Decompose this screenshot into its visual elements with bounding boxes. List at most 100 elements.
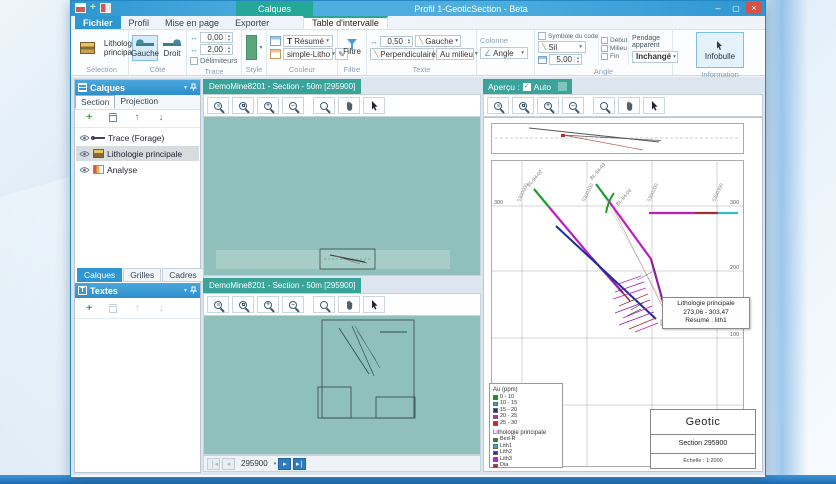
eye-icon[interactable] — [79, 166, 90, 174]
add-text-button[interactable] — [78, 301, 100, 316]
move-layer-up-button[interactable] — [126, 110, 148, 125]
trace-offset-stepper[interactable]: 2,00 — [200, 44, 233, 55]
auto-checkbox[interactable] — [523, 83, 531, 91]
tab-fichier[interactable]: Fichier — [75, 16, 121, 29]
eye-icon[interactable] — [79, 134, 90, 142]
chevron-down-icon[interactable] — [184, 287, 187, 294]
angle-value-stepper[interactable]: 5,00 — [549, 54, 582, 65]
magnifier-button[interactable] — [313, 296, 335, 313]
last-section-button[interactable] — [293, 458, 306, 470]
maximize-button[interactable] — [728, 2, 744, 14]
new-icon[interactable] — [90, 3, 96, 13]
select-button[interactable] — [363, 97, 385, 114]
zoom-out-button[interactable] — [562, 97, 584, 114]
table-icon[interactable] — [100, 3, 111, 13]
add-layer-button[interactable] — [78, 110, 100, 125]
viewport-bottom-canvas[interactable] — [203, 316, 481, 455]
zoom-extents-button[interactable] — [487, 97, 509, 114]
dock-tab-calques[interactable]: Calques — [77, 268, 122, 282]
minimize-button[interactable] — [710, 2, 726, 14]
group-information: Infobulle Information — [673, 30, 767, 75]
style-swatch[interactable] — [246, 35, 257, 60]
tab-section[interactable]: Section — [75, 95, 115, 109]
preview-canvas[interactable]: 5300000 5300100 5300200 5300300 300 300 … — [483, 117, 763, 472]
resume-dropdown[interactable]: T Résumé — [283, 35, 333, 47]
viewport-top-canvas[interactable] — [203, 117, 481, 276]
eye-icon[interactable] — [79, 150, 90, 158]
sil-dropdown[interactable]: Sil — [538, 41, 586, 53]
preview-toolbar — [483, 94, 763, 117]
tab-profil[interactable]: Profil — [121, 16, 158, 29]
group-trace: 0,00 2,00 Délimiteurs — [187, 30, 242, 75]
zoom-in-button[interactable] — [257, 296, 279, 313]
move-text-up-button[interactable] — [126, 301, 148, 316]
pendage-dropdown[interactable]: Inchangé — [632, 51, 678, 63]
select-button[interactable] — [363, 296, 385, 313]
milieu-checkbox[interactable] — [601, 45, 608, 52]
section-navigator: 295900 — [203, 455, 481, 472]
ribbon-tab-row: Fichier Profil Mise en page Exporter Tab… — [71, 16, 765, 30]
move-text-down-button[interactable] — [150, 301, 172, 316]
magnifier-button[interactable] — [593, 97, 615, 114]
dock-tab-grilles[interactable]: Grilles — [123, 268, 161, 282]
magnifier-button[interactable] — [313, 97, 335, 114]
simple-litho-dropdown[interactable]: simple-Litho — [283, 48, 333, 60]
pin-icon[interactable] — [190, 83, 197, 92]
text-align-dropdown[interactable]: Gauche — [415, 35, 461, 47]
delete-layer-button[interactable] — [102, 110, 124, 125]
colonne-dropdown[interactable]: Angle — [480, 47, 528, 59]
zoom-extents-button[interactable] — [207, 97, 229, 114]
layer-row-analyse[interactable]: Analyse — [76, 162, 199, 177]
zoom-out-button[interactable] — [282, 97, 304, 114]
chevron-down-icon[interactable] — [274, 461, 277, 467]
droit-button[interactable]: Droit — [161, 35, 183, 61]
current-section-value[interactable]: 295900 — [241, 459, 268, 468]
zoom-extents-button[interactable] — [207, 296, 229, 313]
text-position-dropdown[interactable]: Au milieu — [436, 48, 474, 60]
chevron-down-icon — [326, 38, 329, 44]
delete-text-button[interactable] — [102, 301, 124, 316]
tab-table-intervalle[interactable]: Table d'intervalle — [303, 16, 388, 29]
first-section-button[interactable] — [207, 458, 220, 470]
zoom-window-icon — [519, 102, 527, 110]
text-orientation-dropdown[interactable]: Perpendiculaire — [370, 48, 434, 60]
fin-checkbox[interactable] — [601, 53, 608, 60]
dock-tab-cadres[interactable]: Cadres — [162, 268, 203, 282]
pan-button[interactable] — [338, 97, 360, 114]
layer-row-lithologie[interactable]: Lithologie principale — [76, 146, 199, 161]
zoom-window-button[interactable] — [512, 97, 534, 114]
infobulle-button[interactable]: Infobulle — [696, 32, 744, 68]
zoom-window-button[interactable] — [232, 296, 254, 313]
zoom-in-button[interactable] — [537, 97, 559, 114]
layer-row-trace[interactable]: Trace (Forage) — [76, 130, 199, 145]
chevron-down-icon[interactable] — [260, 45, 263, 51]
tab-mise-en-page[interactable]: Mise en page — [157, 16, 227, 29]
delimiteurs-checkbox[interactable] — [190, 57, 198, 65]
text-offset-stepper[interactable]: 0,50 — [380, 36, 413, 47]
app-icon[interactable] — [75, 3, 86, 13]
previous-section-button[interactable] — [222, 458, 235, 470]
chevron-down-icon[interactable] — [184, 84, 187, 91]
move-layer-down-button[interactable] — [150, 110, 172, 125]
contextual-tab-group-label: Calques — [236, 1, 313, 16]
zoom-out-button[interactable] — [282, 296, 304, 313]
close-button[interactable] — [746, 2, 762, 14]
debut-checkbox[interactable] — [601, 37, 608, 44]
pan-button[interactable] — [618, 97, 640, 114]
pin-icon[interactable] — [190, 286, 197, 295]
pin-icon[interactable] — [558, 82, 567, 91]
trace-width-stepper[interactable]: 0,00 — [200, 32, 233, 43]
document-tab-top[interactable]: DemoMine8201 - Section - 50m [295900] — [203, 79, 361, 94]
gauche-button[interactable]: Gauche — [132, 35, 158, 61]
symbole-du-code-checkbox[interactable] — [538, 32, 546, 40]
zoom-in-button[interactable] — [257, 97, 279, 114]
zoom-window-button[interactable] — [232, 97, 254, 114]
tab-projection[interactable]: Projection — [115, 95, 163, 109]
tab-exporter[interactable]: Exporter — [227, 16, 277, 29]
dock-tabs: Calques Grilles Cadres — [77, 268, 205, 282]
layers-icon — [78, 83, 87, 92]
document-tab-bottom[interactable]: DemoMine8201 - Section - 50m [295900] — [203, 278, 361, 293]
pan-button[interactable] — [338, 296, 360, 313]
select-button[interactable] — [643, 97, 665, 114]
next-section-button[interactable] — [278, 458, 291, 470]
